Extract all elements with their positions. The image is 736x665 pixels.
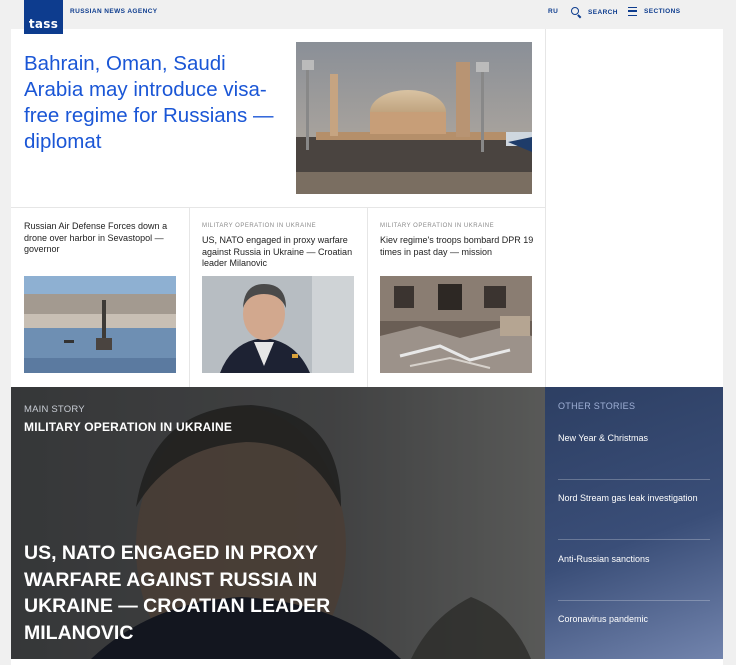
portrait-image xyxy=(202,276,354,373)
news-card-image[interactable] xyxy=(202,276,354,373)
language-switch[interactable]: RU xyxy=(548,8,558,15)
other-story-link[interactable]: Nord Stream gas leak investigation xyxy=(558,493,710,503)
news-card-1[interactable]: Russian Air Defense Forces down a drone … xyxy=(11,208,188,387)
news-card-tag[interactable]: MILITARY OPERATION IN UKRAINE xyxy=(202,223,316,229)
lead-story-title[interactable]: Bahrain, Oman, Saudi Arabia may introduc… xyxy=(24,51,284,155)
menu-icon xyxy=(628,7,637,16)
news-card-3[interactable]: MILITARY OPERATION IN UKRAINE Kiev regim… xyxy=(367,208,544,387)
news-card-2[interactable]: MILITARY OPERATION IN UKRAINE US, NATO e… xyxy=(189,208,366,387)
news-card-image[interactable] xyxy=(380,276,532,373)
tass-logo[interactable]: tass xyxy=(24,0,63,34)
divider xyxy=(558,479,710,480)
divider xyxy=(558,539,710,540)
top-bar: tass RUSSIAN NEWS AGENCY RU SEARCH SECTI… xyxy=(0,0,736,34)
sections-label: SECTIONS xyxy=(644,8,681,15)
search-icon xyxy=(571,7,581,17)
other-story-link[interactable]: Anti-Russian sanctions xyxy=(558,554,710,564)
other-story-link[interactable]: Coronavirus pandemic xyxy=(558,614,710,624)
news-card-title[interactable]: Kiev regime's troops bombard DPR 19 time… xyxy=(380,235,535,258)
divider xyxy=(545,29,546,387)
airport-mosque-image xyxy=(296,42,532,194)
other-stories-heading: OTHER STORIES xyxy=(558,401,636,411)
other-story-link[interactable]: New Year & Christmas xyxy=(558,433,710,443)
search-label: SEARCH xyxy=(588,8,618,16)
page-bottom-edge xyxy=(11,659,723,665)
news-card-title[interactable]: US, NATO engaged in proxy warfare agains… xyxy=(202,235,357,270)
main-news-panel: Bahrain, Oman, Saudi Arabia may introduc… xyxy=(11,29,545,387)
other-stories-panel: OTHER STORIES New Year & Christmas Nord … xyxy=(545,387,723,659)
news-card-title[interactable]: Russian Air Defense Forces down a drone … xyxy=(24,221,179,256)
logo-text: tass xyxy=(28,17,59,31)
damaged-building-image xyxy=(380,276,532,373)
harbor-image xyxy=(24,276,176,373)
agency-name: RUSSIAN NEWS AGENCY xyxy=(70,8,158,15)
feature-kicker[interactable]: MILITARY OPERATION IN UKRAINE xyxy=(24,420,232,434)
right-column xyxy=(546,29,723,387)
sections-button[interactable]: SECTIONS xyxy=(628,7,680,16)
news-card-image[interactable] xyxy=(24,276,176,373)
feature-headline[interactable]: US, NATO engaged in proxy warfare agains… xyxy=(24,540,344,646)
search-button[interactable]: SEARCH xyxy=(571,7,618,17)
news-card-tag[interactable]: MILITARY OPERATION IN UKRAINE xyxy=(380,223,494,229)
lead-story-photo[interactable] xyxy=(296,42,532,194)
feature-label: MAIN STORY xyxy=(24,404,85,415)
divider xyxy=(558,600,710,601)
main-story-feature[interactable]: MAIN STORY MILITARY OPERATION IN UKRAINE… xyxy=(11,387,545,659)
